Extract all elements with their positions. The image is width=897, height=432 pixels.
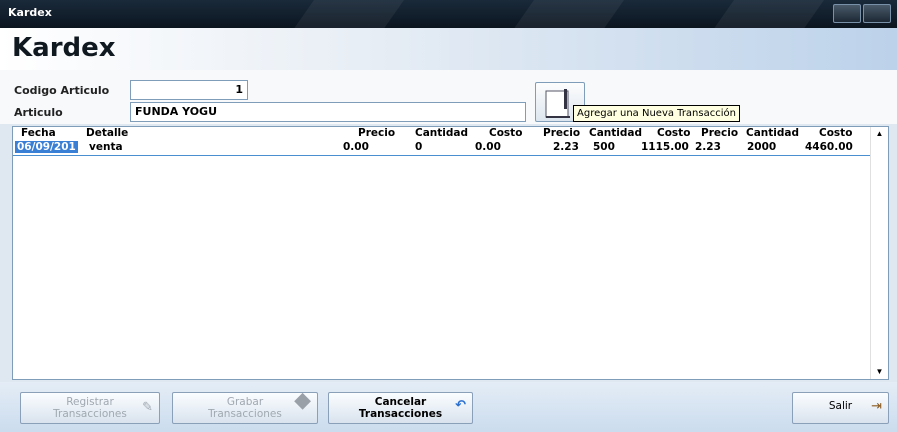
col-precio-1[interactable]: Precio bbox=[358, 127, 395, 139]
col-detalle[interactable]: Detalle bbox=[86, 127, 128, 139]
col-precio-2[interactable]: Precio bbox=[543, 127, 580, 139]
vertical-scrollbar[interactable]: ▲ ▼ bbox=[870, 127, 888, 379]
articulo-label: Articulo bbox=[14, 106, 63, 119]
col-costo-1[interactable]: Costo bbox=[489, 127, 522, 139]
window-title: Kardex bbox=[8, 6, 52, 19]
kardex-window: Kardex Kardex Codigo Articulo 1 Articulo… bbox=[0, 0, 897, 432]
window-controls bbox=[833, 4, 891, 23]
title-bar: Kardex bbox=[0, 0, 897, 28]
registrar-transacciones-button[interactable]: Registrar Transacciones ✎ bbox=[20, 392, 160, 424]
cell-cantidad-1: 0 bbox=[415, 141, 423, 153]
page-title: Kardex bbox=[12, 33, 116, 63]
handshake-icon: ✎ bbox=[142, 400, 153, 415]
registrar-label-1: Registrar bbox=[66, 396, 114, 408]
footer-toolbar: Registrar Transacciones ✎ Grabar Transac… bbox=[0, 382, 897, 432]
grid-header: Fecha Detalle Precio Cantidad Costo Prec… bbox=[13, 127, 873, 141]
cell-precio-3: 2.23 bbox=[695, 141, 721, 153]
col-costo-3[interactable]: Costo bbox=[819, 127, 852, 139]
grabar-transacciones-button[interactable]: Grabar Transacciones ◆ bbox=[172, 388, 318, 424]
cancelar-transacciones-button[interactable]: Cancelar Transacciones ↶ bbox=[328, 392, 473, 424]
codigo-label: Codigo Articulo bbox=[14, 84, 110, 97]
add-transaction-tooltip: Agregar una Nueva Transacción bbox=[573, 105, 740, 122]
articulo-input[interactable]: FUNDA YOGU bbox=[130, 102, 526, 122]
salir-button[interactable]: Salir ⇥ bbox=[792, 392, 889, 424]
cell-precio-1: 0.00 bbox=[343, 141, 369, 153]
header-banner: Kardex bbox=[0, 28, 897, 70]
scroll-up-icon[interactable]: ▲ bbox=[871, 127, 888, 141]
titlebar-decoration bbox=[498, 0, 632, 28]
col-costo-2[interactable]: Costo bbox=[657, 127, 690, 139]
cell-costo-2: 1115.00 bbox=[641, 141, 689, 153]
salir-label: Salir bbox=[828, 400, 853, 412]
col-cantidad-1[interactable]: Cantidad bbox=[415, 127, 468, 139]
kardex-grid[interactable]: Fecha Detalle Precio Cantidad Costo Prec… bbox=[12, 126, 889, 380]
cell-fecha[interactable]: 06/09/201 bbox=[15, 141, 78, 153]
undo-icon: ↶ bbox=[455, 398, 466, 413]
col-precio-3[interactable]: Precio bbox=[701, 127, 738, 139]
table-row[interactable]: 06/09/201 venta 0.00 0 0.00 2.23 500 111… bbox=[13, 141, 873, 156]
minimize-button[interactable] bbox=[833, 4, 861, 23]
close-button[interactable] bbox=[863, 4, 891, 23]
col-cantidad-3[interactable]: Cantidad bbox=[746, 127, 799, 139]
cell-precio-2: 2.23 bbox=[553, 141, 579, 153]
cancelar-label-1: Cancelar bbox=[374, 396, 427, 408]
col-fecha[interactable]: Fecha bbox=[21, 127, 56, 139]
codigo-input[interactable]: 1 bbox=[130, 80, 248, 100]
registrar-label-2: Transacciones bbox=[53, 408, 127, 420]
col-cantidad-2[interactable]: Cantidad bbox=[589, 127, 642, 139]
exit-door-icon: ⇥ bbox=[871, 399, 882, 414]
titlebar-decoration bbox=[698, 0, 832, 28]
save-icon: ◆ bbox=[294, 388, 311, 413]
titlebar-decoration bbox=[278, 0, 412, 28]
cell-cantidad-2: 500 bbox=[593, 141, 615, 153]
cancelar-label-2: Transacciones bbox=[358, 408, 443, 420]
scroll-down-icon[interactable]: ▼ bbox=[871, 365, 888, 379]
cell-costo-1: 0.00 bbox=[475, 141, 501, 153]
cell-cantidad-3: 2000 bbox=[747, 141, 777, 153]
cell-detalle: venta bbox=[89, 141, 123, 153]
cell-costo-3: 4460.00 bbox=[805, 141, 853, 153]
